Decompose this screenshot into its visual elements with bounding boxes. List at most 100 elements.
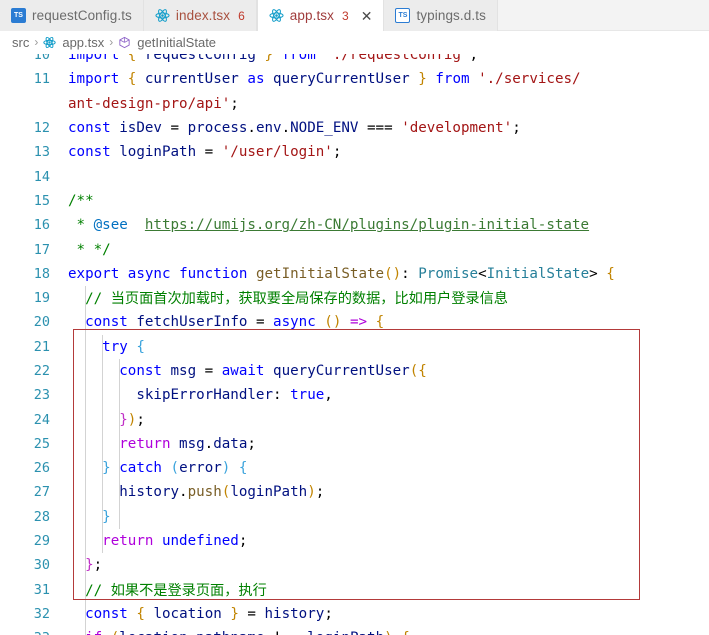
line-number: 14 (33, 168, 50, 185)
code-content[interactable]: 10 import { requestConfig } from './requ… (0, 54, 709, 635)
code-line[interactable]: 24 }); (0, 407, 709, 431)
tab-app-tsx[interactable]: app.tsx 3 ✕ (256, 0, 385, 31)
code-line[interactable]: 26 } catch (error) { (0, 456, 709, 480)
line-content: import { currentUser as queryCurrentUser… (68, 71, 581, 88)
code-line[interactable]: 16 * @see https://umijs.org/zh-CN/plugin… (0, 213, 709, 237)
breadcrumb-separator: › (109, 35, 114, 49)
typescript-file-icon (395, 8, 411, 23)
code-line[interactable]: 18 export async function getInitialState… (0, 262, 709, 286)
tab-index-tsx[interactable]: index.tsx 6 (143, 0, 257, 31)
line-number: 15 (33, 192, 50, 209)
code-line[interactable]: 22 const msg = await queryCurrentUser({ (0, 359, 709, 383)
line-number: 26 (33, 460, 50, 477)
line-number: 33 (0, 630, 60, 635)
line-number: 21 (33, 338, 50, 355)
line-number: 17 (33, 241, 50, 258)
line-content: // 如果不是登录页面，执行 (85, 582, 267, 599)
code-line[interactable]: 19 // 当页面首次加载时，获取要全局保存的数据，比如用户登录信息 (0, 286, 709, 310)
line-number: 28 (33, 508, 50, 525)
line-content: ant-design-pro/api'; (68, 95, 239, 112)
indent-guide (102, 335, 104, 553)
line-content: import { requestConfig } from './request… (68, 54, 479, 64)
code-line[interactable]: 33 if (location.pathname !== loginPath) … (0, 626, 709, 635)
code-line[interactable]: 25 return msg.data; (0, 432, 709, 456)
line-content: }); (119, 411, 145, 428)
tab-label: typings.d.ts (416, 8, 486, 23)
line-number: 12 (33, 120, 50, 137)
line-content: } catch (error) { (102, 460, 248, 477)
code-line[interactable]: 29 return undefined; (0, 529, 709, 553)
code-line[interactable]: 32 const { location } = history; (0, 602, 709, 626)
line-number: 20 (33, 314, 50, 331)
line-number: 30 (33, 557, 50, 574)
line-content: if (location.pathname !== loginPath) { (60, 630, 709, 635)
code-line[interactable]: 14 (0, 164, 709, 188)
code-line[interactable]: 31 // 如果不是登录页面，执行 (0, 578, 709, 602)
line-content: * @see https://umijs.org/zh-CN/plugins/p… (68, 217, 590, 234)
line-number: 29 (33, 533, 50, 550)
code-line[interactable]: 10 import { requestConfig } from './requ… (0, 54, 709, 67)
line-content: const fetchUserInfo = async () => { (85, 314, 385, 331)
breadcrumb: src › app.tsx › getInitialState (0, 31, 709, 54)
line-content: * */ (68, 241, 111, 258)
line-content: history.push(loginPath); (119, 484, 325, 501)
line-content: } (102, 508, 111, 525)
line-content: const { location } = history; (85, 605, 333, 622)
line-content: const msg = await queryCurrentUser({ (119, 363, 427, 379)
tab-bar-empty-space (497, 0, 709, 30)
code-line[interactable]: 17 * */ (0, 237, 709, 261)
tab-label: index.tsx (175, 8, 231, 23)
code-line[interactable]: 20 const fetchUserInfo = async () => { (0, 310, 709, 334)
code-line[interactable]: 15 /** (0, 189, 709, 213)
line-content: export async function getInitialState():… (68, 265, 615, 282)
tab-requestConfig-ts[interactable]: requestConfig.ts (0, 0, 144, 31)
line-number: 11 (33, 71, 50, 88)
line-content: }; (85, 557, 103, 574)
breadcrumb-item-getInitialState[interactable]: getInitialState (137, 35, 216, 50)
code-line[interactable]: 27 history.push(loginPath); (0, 480, 709, 504)
code-line[interactable]: 28 } (0, 505, 709, 529)
indent-guide (119, 359, 121, 529)
line-content: const isDev = process.env.NODE_ENV === '… (68, 120, 521, 137)
react-file-icon (155, 8, 170, 23)
line-content: return msg.data; (119, 435, 256, 452)
line-number: 10 (33, 54, 50, 64)
tab-error-badge: 3 (342, 8, 349, 23)
line-content: const loginPath = '/user/login'; (68, 144, 342, 161)
react-file-icon (269, 8, 284, 23)
code-line[interactable]: 30 }; (0, 553, 709, 577)
line-content: // 当页面首次加载时，获取要全局保存的数据，比如用户登录信息 (85, 291, 508, 308)
tab-label: requestConfig.ts (32, 8, 132, 23)
code-line[interactable]: 11 import { currentUser as queryCurrentU… (0, 67, 709, 91)
doc-link[interactable]: https://umijs.org/zh-CN/plugins/plugin-i… (145, 217, 589, 233)
breadcrumb-item-app-tsx[interactable]: app.tsx (62, 35, 104, 50)
line-number: 27 (33, 484, 50, 501)
line-number: 22 (33, 363, 50, 379)
typescript-file-icon (11, 8, 26, 23)
breadcrumb-item-src[interactable]: src (12, 35, 29, 50)
line-number: 13 (33, 144, 50, 161)
line-content: /** (68, 192, 94, 209)
tab-typings-d-ts[interactable]: typings.d.ts (384, 0, 498, 31)
line-number (0, 96, 60, 112)
line-number: 23 (33, 387, 50, 404)
tab-error-badge: 6 (238, 8, 245, 23)
tab-label: app.tsx (289, 8, 335, 23)
code-editor[interactable]: 10 import { requestConfig } from './requ… (0, 54, 709, 635)
code-line[interactable]: 23 skipErrorHandler: true, (0, 383, 709, 407)
code-line[interactable]: 13 const loginPath = '/user/login'; (0, 140, 709, 164)
code-line-wrapped[interactable]: ant-design-pro/api'; (0, 92, 709, 116)
breadcrumb-separator: › (34, 35, 39, 49)
code-line[interactable]: 21 try { (0, 335, 709, 359)
editor-tab-bar: requestConfig.ts index.tsx 6 app.tsx 3 ✕ (0, 0, 709, 31)
line-number: 25 (33, 435, 50, 452)
line-number: 16 (33, 217, 50, 234)
close-icon[interactable]: ✕ (361, 9, 373, 23)
react-file-icon (43, 36, 57, 49)
code-line[interactable]: 12 const isDev = process.env.NODE_ENV ==… (0, 116, 709, 140)
line-content: return undefined; (102, 533, 248, 550)
line-number: 32 (33, 605, 50, 622)
symbol-function-icon (118, 36, 131, 49)
line-content: skipErrorHandler: true, (136, 387, 333, 404)
indent-guide (85, 286, 87, 635)
